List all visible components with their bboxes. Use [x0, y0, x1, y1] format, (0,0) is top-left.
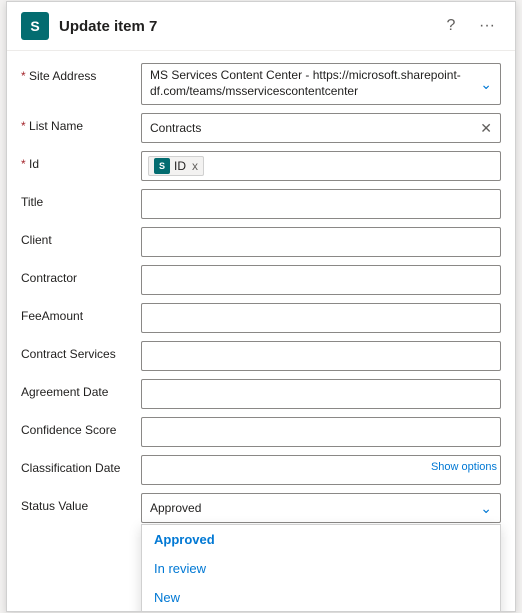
confidence-score-control	[141, 417, 501, 447]
dialog-header: S Update item 7 ? ···	[7, 2, 515, 51]
classification-date-row: Classification Date Show options	[7, 451, 515, 489]
status-value-label: Status Value	[21, 493, 141, 513]
fee-amount-label: FeeAmount	[21, 303, 141, 323]
list-name-row: * List Name Contracts ✕	[7, 109, 515, 147]
header-actions: ? ···	[437, 12, 501, 40]
confidence-score-row: Confidence Score	[7, 413, 515, 451]
status-value-dropdown[interactable]: Approved ⌄	[141, 493, 501, 523]
site-address-value: MS Services Content Center - https://mic…	[150, 68, 476, 99]
list-name-field[interactable]: Contracts ✕	[141, 113, 501, 143]
id-field[interactable]: S ID x	[141, 151, 501, 181]
contractor-control	[141, 265, 501, 295]
id-tag-icon: S	[154, 158, 170, 174]
list-name-value: Contracts	[150, 121, 480, 135]
classification-date-control: Show options	[141, 455, 501, 485]
contractor-input[interactable]	[141, 265, 501, 295]
agreement-date-control	[141, 379, 501, 409]
client-control	[141, 227, 501, 257]
list-name-label: * List Name	[21, 113, 141, 133]
status-value-selected: Approved	[150, 501, 476, 515]
classification-date-label: Classification Date	[21, 455, 141, 475]
fee-amount-input[interactable]	[141, 303, 501, 333]
title-label: Title	[21, 189, 141, 209]
contract-services-control	[141, 341, 501, 371]
id-tag: S ID x	[148, 156, 204, 176]
id-tag-label: ID	[174, 159, 186, 173]
fee-amount-row: FeeAmount	[7, 299, 515, 337]
site-address-label: * Site Address	[21, 63, 141, 83]
contractor-label: Contractor	[21, 265, 141, 285]
list-name-control: Contracts ✕	[141, 113, 501, 143]
contract-services-input[interactable]	[141, 341, 501, 371]
more-button[interactable]: ···	[473, 12, 501, 40]
agreement-date-row: Agreement Date	[7, 375, 515, 413]
site-address-row: * Site Address MS Services Content Cente…	[7, 59, 515, 109]
status-value-control: Approved ⌄ Approved In review New Reject…	[141, 493, 501, 523]
dropdown-option-in-review[interactable]: In review	[142, 554, 500, 583]
contractor-row: Contractor	[7, 261, 515, 299]
contract-services-label: Contract Services	[21, 341, 141, 361]
dropdown-option-approved[interactable]: Approved	[142, 525, 500, 554]
help-button[interactable]: ?	[437, 12, 465, 40]
client-row: Client	[7, 223, 515, 261]
title-row: Title	[7, 185, 515, 223]
id-tag-remove-icon[interactable]: x	[192, 159, 198, 173]
app-icon: S	[21, 12, 49, 40]
confidence-score-label: Confidence Score	[21, 417, 141, 437]
chevron-down-icon: ⌄	[480, 76, 492, 93]
client-input[interactable]	[141, 227, 501, 257]
dialog-title: Update item 7	[59, 18, 437, 35]
title-input[interactable]	[141, 189, 501, 219]
form-body: * Site Address MS Services Content Cente…	[7, 51, 515, 611]
title-control	[141, 189, 501, 219]
id-label: * Id	[21, 151, 141, 171]
list-name-clear-icon[interactable]: ✕	[480, 120, 492, 137]
status-value-row: Status Value Approved ⌄ Approved In revi…	[7, 489, 515, 527]
agreement-date-label: Agreement Date	[21, 379, 141, 399]
site-address-control: MS Services Content Center - https://mic…	[141, 63, 501, 105]
site-address-dropdown[interactable]: MS Services Content Center - https://mic…	[141, 63, 501, 105]
confidence-score-input[interactable]	[141, 417, 501, 447]
fee-amount-control	[141, 303, 501, 333]
dropdown-option-new[interactable]: New	[142, 583, 500, 611]
show-options-link[interactable]: Show options	[431, 461, 497, 473]
status-dropdown-menu: Approved In review New Rejected Enter cu…	[141, 524, 501, 611]
status-chevron-icon: ⌄	[480, 500, 492, 517]
dialog-container: S Update item 7 ? ··· * Site Address MS …	[6, 1, 516, 612]
contract-services-row: Contract Services	[7, 337, 515, 375]
client-label: Client	[21, 227, 141, 247]
id-row: * Id S ID x	[7, 147, 515, 185]
id-control: S ID x	[141, 151, 501, 181]
agreement-date-input[interactable]	[141, 379, 501, 409]
